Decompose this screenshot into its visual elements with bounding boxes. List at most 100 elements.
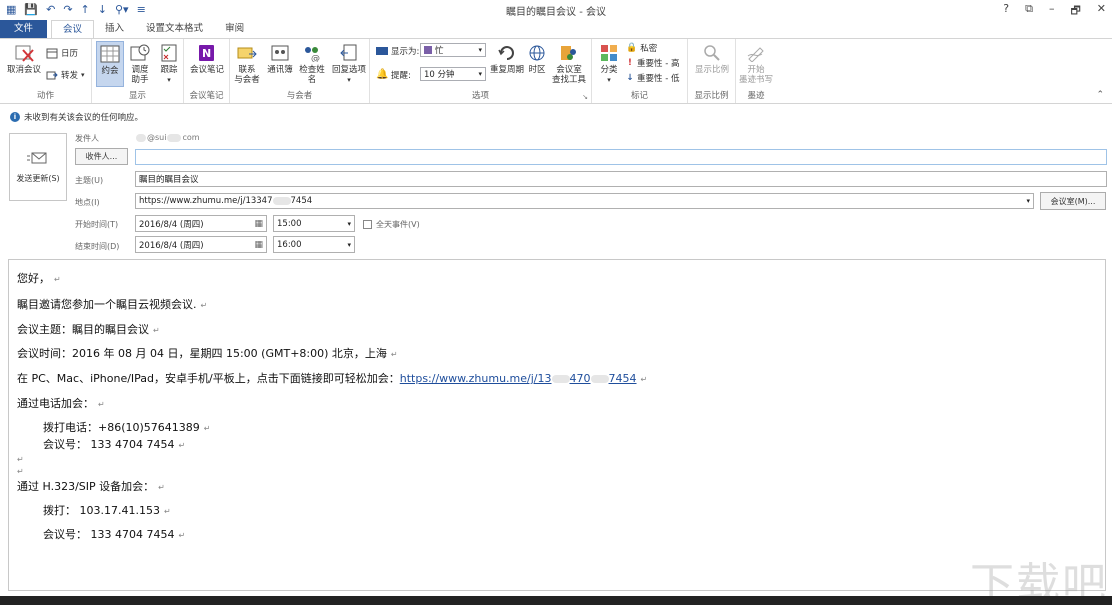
check-names-button[interactable]: @ 检查姓名 [296, 43, 328, 85]
body-line: 会议主题：瞩目的瞩目会议 ↵ [17, 323, 160, 336]
address-book-button[interactable]: 通讯簿 [266, 43, 294, 75]
response-options-button[interactable]: 回复选项 ▾ [330, 43, 368, 85]
calendar-button[interactable]: 日历 [46, 47, 78, 59]
lock-icon: 🔒 [626, 43, 638, 53]
show-as-dropdown[interactable]: 忙 ▾ [420, 43, 486, 57]
group-attendees: 联系 与会者 通讯簿 @ 检查姓名 回复选项 ▾ 与会者 [230, 39, 370, 103]
chevron-down-icon: ▾ [478, 70, 482, 78]
body-line: 拨打： 103.17.41.153 ↵ [43, 504, 171, 517]
chevron-down-icon[interactable]: ▾ [1026, 197, 1030, 205]
body-line: 瞩目邀请您参加一个瞩目云视频会议. ↵ [17, 298, 208, 311]
tab-file[interactable]: 文件 [0, 20, 48, 38]
restore-button[interactable]: 🗗 [1070, 2, 1080, 21]
forward-icon [46, 69, 58, 81]
checkbox-icon[interactable] [363, 220, 372, 229]
group-options: 显示为: 忙 ▾ 🔔 提醒: 10 分钟 ▾ 重复周期 时区 会议室 查找工具 … [370, 39, 592, 103]
join-link[interactable]: https://www.zhumu.me/j/13 470 7454 [400, 372, 637, 385]
svg-text:N: N [202, 47, 211, 60]
chevron-down-icon: ▾ [347, 240, 351, 249]
tab-format-text[interactable]: 设置文本格式 [135, 20, 214, 38]
tab-meeting[interactable]: 会议 [51, 20, 95, 38]
chevron-down-icon: ▾ [347, 76, 351, 84]
high-importance-icon: ! [628, 58, 632, 68]
magnifier-icon [701, 43, 723, 63]
categorize-button[interactable]: 分类 ▾ [596, 43, 622, 85]
group-show: 约会 调度 助手 跟踪 ▾ 显示 [92, 39, 184, 103]
tracking-icon [158, 43, 180, 63]
message-body[interactable]: 您好， ↵ 瞩目邀请您参加一个瞩目云视频会议. ↵ 会议主题：瞩目的瞩目会议 ↵ 会议… [8, 259, 1106, 591]
busy-swatch-icon [424, 46, 432, 54]
to-button[interactable]: 收件人... [75, 148, 128, 165]
recurrence-icon [496, 43, 518, 63]
send-envelope-icon [27, 151, 49, 167]
recurrence-button[interactable]: 重复周期 [490, 43, 524, 75]
redacted-mark [167, 133, 182, 142]
body-line: 在 PC、Mac、iPhone/IPad，安卓手机/平板上，点击下面链接即可轻松… [17, 372, 648, 385]
calendar-picker-icon[interactable]: ▦ [254, 240, 263, 250]
minimize-button[interactable]: – [1049, 2, 1055, 21]
from-value: @sui com [136, 133, 200, 142]
high-importance-button[interactable]: ! 重要性 - 高 [626, 57, 679, 69]
ribbon: 取消会议 日历 转发 ▾ 动作 约会 调度 助手 跟踪 ▾ 显示 N 会议笔记 … [0, 38, 1112, 104]
ribbon-display-button[interactable]: ⧉ [1025, 2, 1033, 21]
appointment-icon [99, 44, 121, 64]
info-bar: i 未收到有关该会议的任何响应。 [10, 111, 143, 123]
end-time-label: 结束时间(D) [75, 242, 120, 251]
start-inking-button[interactable]: 开始 墨迹书写 [738, 43, 774, 85]
scheduling-assistant-button[interactable]: 调度 助手 [126, 43, 154, 85]
ribbon-tabs: 文件 会议 插入 设置文本格式 审阅 [0, 20, 1112, 38]
group-actions: 取消会议 日历 转发 ▾ 动作 [0, 39, 92, 103]
empty-line: ↵ [17, 467, 24, 476]
appointment-button[interactable]: 约会 [96, 41, 124, 87]
subject-label: 主题(U) [75, 176, 104, 185]
group-zoom: 显示比例 显示比例 [688, 39, 736, 103]
window-controls: ? ⧉ – 🗗 ✕ [1003, 2, 1106, 21]
window-title: 瞩目的瞩目会议 - 会议 [506, 7, 606, 18]
location-field[interactable]: https://www.zhumu.me/j/13347 7454 ▾ [135, 193, 1034, 209]
private-button[interactable]: 🔒 私密 [626, 42, 657, 54]
zoom-button[interactable]: 显示比例 [692, 43, 732, 75]
room-finder-button[interactable]: 会议室 查找工具 [550, 43, 588, 85]
all-day-checkbox[interactable]: 全天事件(V) [363, 219, 420, 230]
time-zones-button[interactable]: 时区 [526, 43, 548, 75]
contact-attendees-icon [236, 43, 258, 63]
help-button[interactable]: ? [1003, 2, 1009, 21]
cancel-meeting-icon [13, 43, 35, 63]
to-field[interactable] [135, 149, 1107, 165]
end-date-field[interactable]: 2016/8/4 (周四) ▦ [135, 236, 267, 253]
cancel-meeting-button[interactable]: 取消会议 [6, 43, 42, 75]
end-time-dropdown[interactable]: 16:00 ▾ [273, 236, 355, 253]
contact-attendees-button[interactable]: 联系 与会者 [232, 43, 262, 85]
body-line: 通过 H.323/SIP 设备加会： ↵ [17, 480, 165, 493]
close-button[interactable]: ✕ [1097, 2, 1106, 21]
rooms-button[interactable]: 会议室(M)... [1040, 192, 1106, 210]
reminder-dropdown[interactable]: 10 分钟 ▾ [420, 67, 486, 81]
meeting-notes-button[interactable]: N 会议笔记 [188, 43, 226, 75]
start-date-field[interactable]: 2016/8/4 (周四) ▦ [135, 215, 267, 232]
info-icon: i [10, 112, 20, 122]
pen-icon [745, 43, 767, 63]
redacted-mark [136, 133, 146, 142]
tab-insert[interactable]: 插入 [94, 20, 135, 38]
low-importance-icon: ↓ [626, 73, 634, 83]
redacted-mark [272, 197, 291, 205]
subject-field[interactable]: 瞩目的瞩目会议 [135, 171, 1107, 187]
body-line: 会议时间：2016 年 08 月 04 日，星期四 15:00 (GMT+8:0… [17, 347, 398, 360]
show-as-icon [376, 47, 388, 55]
send-update-button[interactable]: 发送更新(S) [9, 133, 67, 201]
chevron-down-icon: ▾ [81, 71, 85, 79]
taskbar-strip [0, 596, 1112, 605]
tracking-button[interactable]: 跟踪 ▾ [156, 43, 182, 85]
onenote-icon: N [196, 43, 218, 63]
group-ink: 开始 墨迹书写 墨迹 [736, 39, 776, 103]
low-importance-button[interactable]: ↓ 重要性 - 低 [626, 72, 679, 84]
redacted-mark [590, 375, 609, 383]
forward-button[interactable]: 转发 ▾ [46, 69, 85, 81]
tab-review[interactable]: 审阅 [214, 20, 255, 38]
calendar-picker-icon[interactable]: ▦ [254, 219, 263, 229]
chevron-down-icon: ▾ [347, 219, 351, 228]
collapse-ribbon-icon[interactable]: ⌃ [1096, 90, 1104, 100]
dialog-launcher-icon[interactable]: ↘ [582, 93, 588, 101]
start-time-dropdown[interactable]: 15:00 ▾ [273, 215, 355, 232]
show-as-field: 显示为: [376, 45, 419, 57]
